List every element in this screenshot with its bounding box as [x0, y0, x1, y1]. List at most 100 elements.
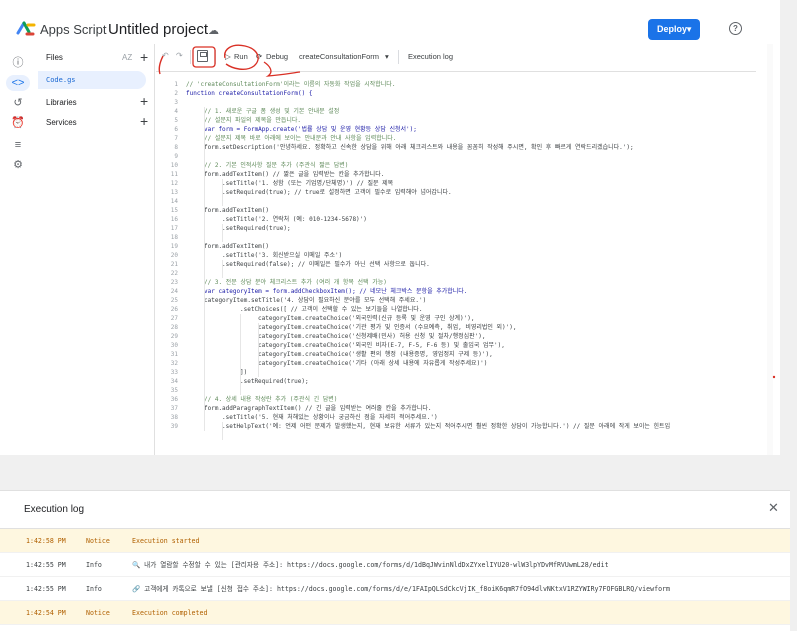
code-line[interactable]: 6 var form = FormApp.create('법률 상담 및 운영 현… — [156, 125, 756, 134]
line-number: 21 — [170, 261, 178, 268]
project-title[interactable]: Untitled project — [108, 21, 208, 38]
code-line[interactable]: 34 .setRequired(true); — [156, 377, 756, 386]
line-number: 18 — [170, 234, 178, 241]
code-line[interactable]: 22 — [156, 269, 756, 278]
code-line[interactable]: 11 form.addTextItem() // 짧은 글을 입력받는 칸을 추가… — [156, 170, 756, 179]
add-file-icon[interactable]: + — [140, 50, 148, 64]
code-text: categoryItem.setTitle('4. 상담이 필요하신 분야를 모… — [204, 297, 427, 304]
log-row[interactable]: 1:42:58 PM Notice Execution started — [0, 529, 790, 553]
debug-button[interactable]: Debug — [266, 52, 288, 61]
services-heading: Services — [46, 118, 77, 127]
log-level: Info — [86, 585, 102, 593]
line-number: 32 — [170, 360, 178, 367]
settings-icon[interactable]: ⚙ — [10, 157, 26, 173]
line-number: 39 — [170, 423, 178, 430]
function-select[interactable]: createConsultationForm — [299, 52, 379, 61]
code-line[interactable]: 14 — [156, 197, 756, 206]
code-line[interactable]: 1 // 'createConsultationForm'이라는 이름의 자동화 … — [156, 80, 756, 89]
code-line[interactable]: 35 — [156, 386, 756, 395]
code-line[interactable]: 37 form.addParagraphTextItem() // 긴 글을 입력… — [156, 404, 756, 413]
code-line[interactable]: 5 // 설문지 파일의 제목을 만듭니다. — [156, 116, 756, 125]
log-message: 🔍 내가 열람할 수정할 수 있는 [관리자용 주소]: https://doc… — [132, 561, 609, 569]
apps-script-logo-icon — [16, 21, 36, 36]
code-line[interactable]: 17 .setRequired(true); — [156, 224, 756, 233]
log-row[interactable]: 1:42:55 PM Info 🔗 고객에게 카톡으로 보낼 [신청 접수 주소]:… — [0, 577, 790, 601]
code-line[interactable]: 27 categoryItem.createChoice('외국인력(신규 등록 … — [156, 314, 756, 323]
code-text: // 1. 새로운 구글 폼 생성 및 기본 안내문 설정 — [204, 108, 340, 115]
code-line[interactable]: 13 .setRequired(true); // true로 설정하면 고객이 … — [156, 188, 756, 197]
indent-guide — [222, 260, 223, 278]
code-line[interactable]: 31 categoryItem.createChoice('생활 편의 행정 (내… — [156, 350, 756, 359]
code-text: categoryItem.createChoice('외국인 비자(E-7, F… — [258, 342, 505, 349]
execution-log-button[interactable]: Execution log — [408, 52, 453, 61]
save-icon[interactable] — [197, 50, 208, 62]
code-text: form.setDescription('안녕하세요. 정확하고 신속한 상담을… — [204, 144, 634, 151]
code-line[interactable]: 38 .setTitle('5. 현재 처해있는 상황이나 궁금하신 점을 자세히… — [156, 413, 756, 422]
code-line[interactable]: 19 form.addTextItem() — [156, 242, 756, 251]
app-name[interactable]: Apps Script — [40, 22, 106, 37]
code-line[interactable]: 12 .setTitle('1. 성함 (또는 기업명/단체명)') // 질문 … — [156, 179, 756, 188]
line-number: 35 — [170, 387, 178, 394]
line-number: 22 — [170, 270, 178, 277]
code-editor[interactable]: 1 // 'createConsultationForm'이라는 이름의 자동화 … — [156, 73, 756, 455]
code-text: form.addTextItem() — [204, 207, 270, 214]
code-line[interactable]: 7 // 설문지 제목 바로 아래에 보이는 안내문과 안내 사항을 입력합니다. — [156, 134, 756, 143]
function-select-chevron-icon[interactable]: ▾ — [385, 52, 389, 61]
left-rail: ⓘ <> ↺ ⏰ ≡ ⚙ — [0, 44, 36, 455]
code-line[interactable]: 18 — [156, 233, 756, 242]
chevron-down-icon: ▼ — [685, 25, 693, 34]
undo-icon[interactable]: ↶ — [162, 51, 169, 60]
code-line[interactable]: 36 // 4. 상세 내용 작성란 추가 (주관식 긴 답변) — [156, 395, 756, 404]
log-time: 1:42:55 PM — [26, 561, 66, 569]
code-line[interactable]: 30 categoryItem.createChoice('외국인 비자(E-7,… — [156, 341, 756, 350]
code-line[interactable]: 23 // 3. 전문 상담 분야 체크리스트 추가 (여러 개 항목 선택 가능… — [156, 278, 756, 287]
line-number: 2 — [174, 90, 178, 97]
code-line[interactable]: 15 form.addTextItem() — [156, 206, 756, 215]
editor-scrollbar[interactable] — [767, 44, 773, 455]
redo-icon[interactable]: ↷ — [176, 51, 183, 60]
add-service-icon[interactable]: + — [140, 114, 148, 128]
line-number: 37 — [170, 405, 178, 412]
code-line[interactable]: 33]) — [156, 368, 756, 377]
code-text: .setRequired(false); // 이메일은 필수가 아닌 선택 사… — [222, 261, 430, 268]
toolbar-divider — [215, 50, 216, 64]
code-text: ]) — [240, 369, 248, 376]
code-icon[interactable]: <> — [6, 75, 30, 91]
file-item-code-gs[interactable]: Code.gs — [38, 71, 146, 89]
play-icon[interactable]: ▷ — [225, 52, 231, 61]
code-line[interactable]: 2 function createConsultationForm() { — [156, 89, 756, 98]
code-line[interactable]: 21 .setRequired(false); // 이메일은 필수가 아닌 선택… — [156, 260, 756, 269]
code-line[interactable]: 4 // 1. 새로운 구글 폼 생성 및 기본 안내문 설정 — [156, 107, 756, 116]
code-text: .setRequired(true); // true로 설정하면 고객이 필수… — [222, 189, 452, 196]
code-line[interactable]: 29 categoryItem.createChoice('신청제배(민사) 허용… — [156, 332, 756, 341]
code-line[interactable]: 26 .setChoices([ // 고객이 선택할 수 있는 보기들을 나열합… — [156, 305, 756, 314]
add-library-icon[interactable]: + — [140, 94, 148, 108]
code-text: var categoryItem = form.addCheckboxItem(… — [204, 288, 468, 295]
code-line[interactable]: 9 — [156, 152, 756, 161]
help-icon[interactable]: ? — [729, 22, 742, 35]
code-line[interactable]: 10 // 2. 기본 인적사항 질문 추가 (주관식 짧은 답변) — [156, 161, 756, 170]
code-line[interactable]: 20 .setTitle('3. 회신받으실 이메일 주소') — [156, 251, 756, 260]
deploy-button[interactable]: Deploy ▼ — [648, 19, 700, 40]
info-icon[interactable]: ⓘ — [10, 55, 26, 71]
code-line[interactable]: 16 .setTitle('2. 연락처 (예: 010-1234-5678)') — [156, 215, 756, 224]
log-row[interactable]: 1:42:55 PM Info 🔍 내가 열람할 수정할 수 있는 [관리자용 주소… — [0, 553, 790, 577]
history-icon[interactable]: ↺ — [10, 95, 26, 111]
toolbar-divider — [190, 50, 191, 64]
run-button[interactable]: Run — [234, 52, 248, 61]
sort-icon[interactable]: AZ — [122, 53, 132, 62]
code-line[interactable]: 32 categoryItem.createChoice('기타 (아래 상세 내… — [156, 359, 756, 368]
code-line[interactable]: 24 var categoryItem = form.addCheckboxIte… — [156, 287, 756, 296]
close-icon[interactable]: ✕ — [768, 500, 779, 516]
debug-icon[interactable]: ⟳ — [256, 52, 262, 61]
executions-icon[interactable]: ≡ — [10, 137, 26, 153]
code-line[interactable]: 8 form.setDescription('안녕하세요. 정확하고 신속한 상담… — [156, 143, 756, 152]
code-line[interactable]: 28 categoryItem.createChoice('기관 평가 및 인증서… — [156, 323, 756, 332]
alarm-icon[interactable]: ⏰ — [10, 115, 26, 131]
code-line[interactable]: 25 categoryItem.setTitle('4. 상담이 필요하신 분야를… — [156, 296, 756, 305]
code-line[interactable]: 3 — [156, 98, 756, 107]
code-line[interactable]: 39 .setHelpText('예: 언제 어떤 문제가 발생했는지, 현재 보… — [156, 422, 756, 431]
log-time: 1:42:55 PM — [26, 585, 66, 593]
log-message: 🔗 고객에게 카톡으로 보낼 [신청 접수 주소]: https://docs.… — [132, 585, 670, 593]
log-row[interactable]: 1:42:54 PM Notice Execution completed — [0, 601, 790, 625]
